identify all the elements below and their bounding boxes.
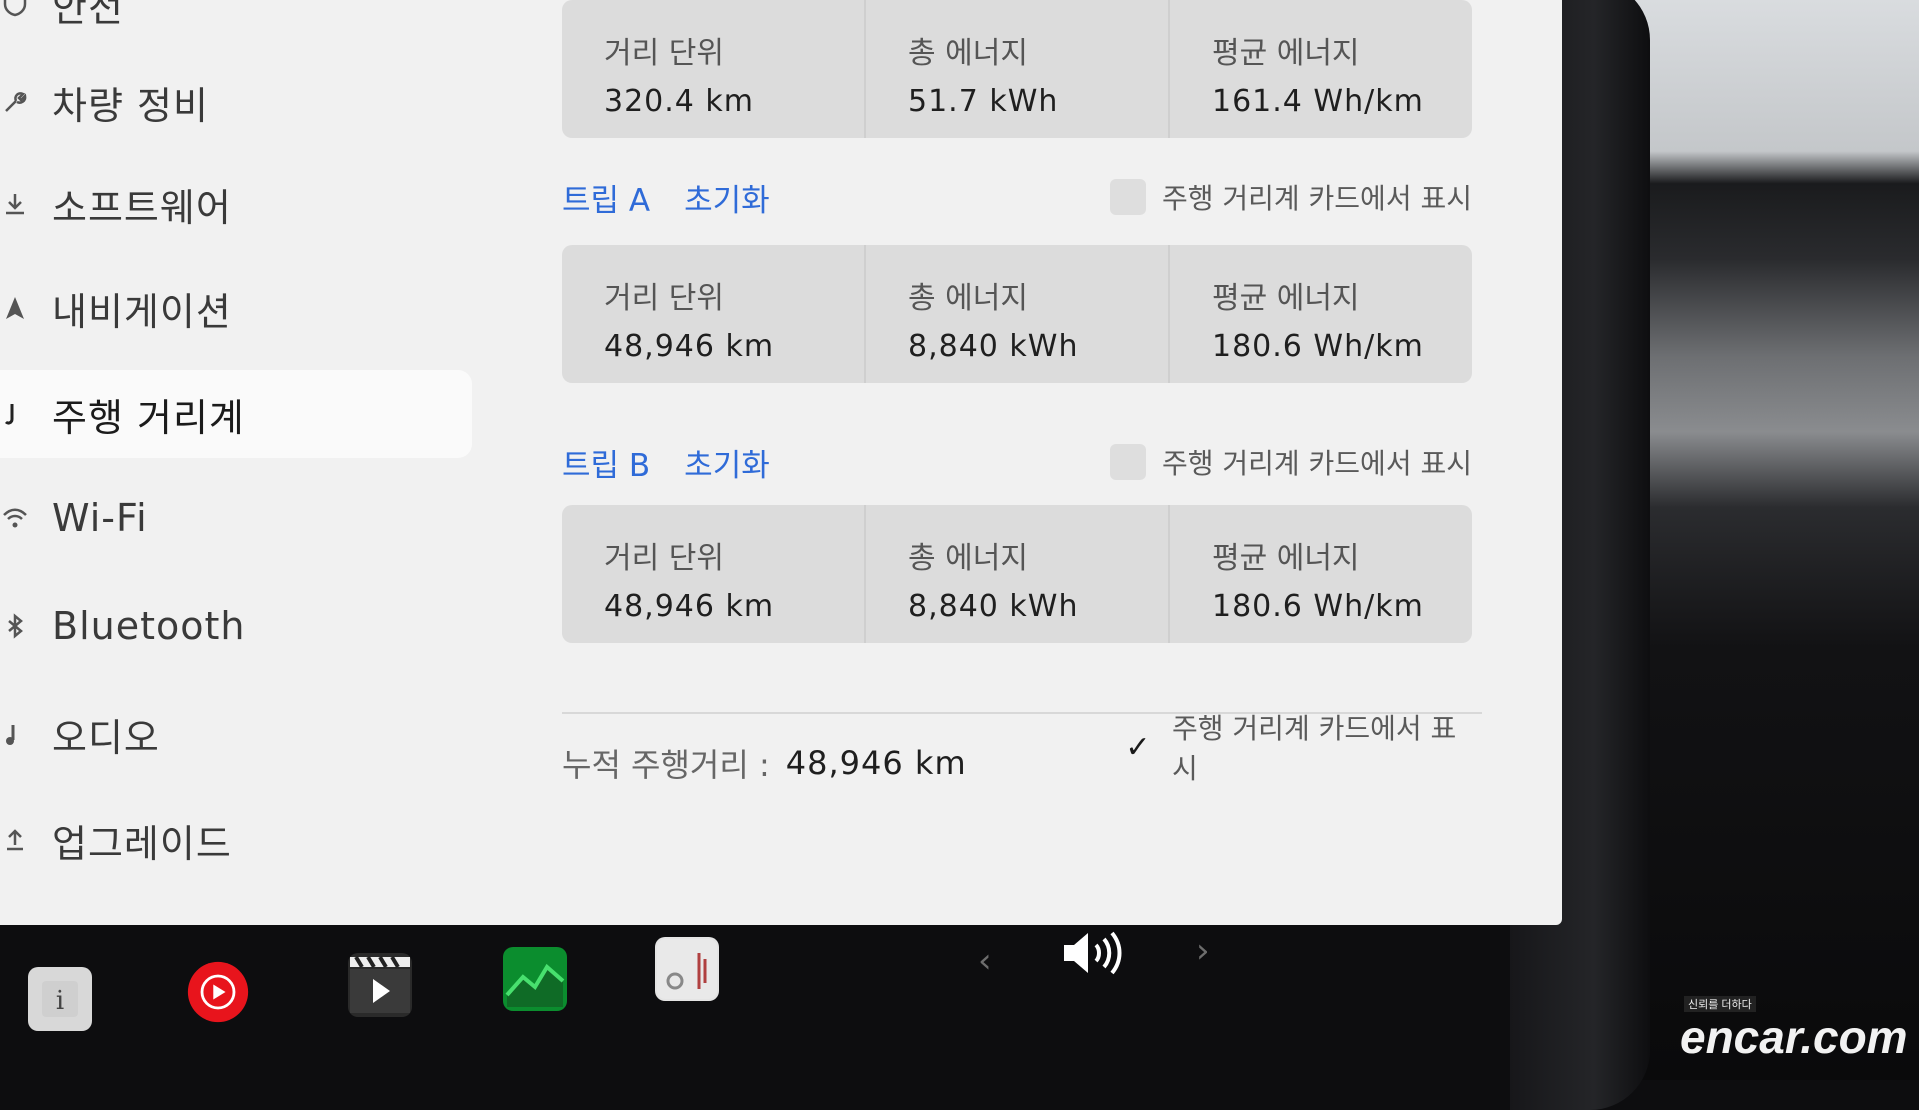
sidebar-item-label: 오디오	[52, 715, 160, 760]
svg-text:i: i	[56, 986, 64, 1016]
upgrade-icon	[0, 825, 30, 855]
energy-cell: 총 에너지 8,840 kWh	[866, 505, 1170, 643]
youtube-music-icon[interactable]	[186, 960, 250, 1024]
energy-value: 51.7 kWh	[908, 84, 1059, 119]
odometer-label: 누적 주행거리 :	[562, 746, 770, 784]
energy-label: 총 에너지	[908, 541, 1028, 576]
watermark-text: encar.com	[1680, 1011, 1908, 1063]
odometer-show-on-card-toggle[interactable]: ✓ 주행 거리계 카드에서 표시	[1120, 707, 1482, 787]
avg-energy-value: 180.6 Wh/km	[1212, 329, 1424, 364]
odometer-show-label: 주행 거리계 카드에서 표시	[1172, 712, 1457, 785]
avg-energy-label: 평균 에너지	[1212, 36, 1360, 71]
avg-energy-value: 161.4 Wh/km	[1212, 84, 1424, 119]
sidebar-item-label: 주행 거리계	[52, 395, 245, 440]
sidebar-item-upgrades[interactable]: 업그레이드	[0, 796, 470, 884]
odometer-icon	[0, 399, 30, 429]
avg-energy-label: 평균 에너지	[1212, 541, 1360, 576]
trip-a-title: 트립 A	[562, 182, 651, 219]
sidebar-item-safety[interactable]: 안전	[0, 0, 470, 48]
sidebar-item-label: 안전	[52, 0, 124, 30]
watermark-tagline: 신뢰를 더하다	[1684, 996, 1756, 1012]
distance-value: 320.4 km	[604, 84, 755, 119]
dock-prev-arrow[interactable]: ‹	[978, 941, 992, 981]
trip-b-show-label: 주행 거리계 카드에서 표시	[1161, 447, 1472, 480]
avg-energy-cell: 평균 에너지 180.6 Wh/km	[1170, 245, 1472, 383]
sidebar-item-label: Wi-Fi	[52, 496, 148, 540]
avg-energy-cell: 평균 에너지 180.6 Wh/km	[1170, 505, 1472, 643]
sidebar-item-wifi[interactable]: Wi-Fi	[0, 474, 470, 562]
avg-energy-value: 180.6 Wh/km	[1212, 589, 1424, 624]
wifi-icon	[0, 503, 30, 533]
distance-value: 48,946 km	[604, 329, 775, 364]
encar-watermark: 신뢰를 더하다 encar.com	[1680, 996, 1908, 1064]
sidebar-item-service[interactable]: 차량 정비	[0, 58, 470, 146]
sidebar-item-navigation[interactable]: 내비게이션	[0, 264, 470, 352]
wrench-icon	[0, 87, 30, 117]
distance-label: 거리 단위	[604, 36, 724, 71]
energy-label: 총 에너지	[908, 36, 1028, 71]
sidebar-item-label: 차량 정비	[52, 83, 209, 128]
manual-icon[interactable]: i	[28, 967, 92, 1031]
trip-a-header: 트립 A 초기화 주행 거리계 카드에서 표시	[562, 175, 1472, 219]
distance-value: 48,946 km	[604, 589, 775, 624]
distance-cell: 거리 단위 48,946 km	[562, 245, 866, 383]
trip-b-reset-button[interactable]: 초기화	[684, 440, 770, 485]
sidebar-item-label: 내비게이션	[52, 289, 232, 334]
sidebar-item-odometer[interactable]: 주행 거리계	[0, 370, 472, 458]
trip-a-show-on-card-toggle[interactable]: 주행 거리계 카드에서 표시	[1109, 177, 1472, 217]
navigation-icon	[0, 293, 30, 323]
sidebar-item-label: 업그레이드	[52, 821, 232, 866]
avg-energy-label: 평균 에너지	[1212, 281, 1360, 316]
dock-next-arrow[interactable]: ›	[1196, 931, 1210, 971]
shield-icon	[0, 0, 30, 19]
energy-cell: 총 에너지 51.7 kWh	[866, 0, 1170, 138]
touchscreen: 안전 차량 정비 소프트웨어 내비게이션 주행 거리계 Wi-Fi Blueto…	[0, 0, 1562, 925]
distance-cell: 거리 단위 320.4 km	[562, 0, 866, 138]
bluetooth-icon	[0, 611, 30, 641]
trip-a-panel: 거리 단위 48,946 km 총 에너지 8,840 kWh 평균 에너지 1…	[562, 245, 1472, 383]
odometer-total: 누적 주행거리 : 48,946 km	[562, 740, 967, 786]
sidebar-item-audio[interactable]: 오디오	[0, 690, 470, 778]
trip-b-show-on-card-toggle[interactable]: 주행 거리계 카드에서 표시	[1109, 442, 1472, 482]
distance-label: 거리 단위	[604, 281, 724, 316]
trip-a-checkbox[interactable]	[1109, 179, 1146, 215]
trip-b-title: 트립 B	[562, 447, 651, 484]
trip-a-reset-button[interactable]: 초기화	[684, 175, 770, 220]
energy-label: 총 에너지	[908, 281, 1028, 316]
energy-cell: 총 에너지 8,840 kWh	[866, 245, 1170, 383]
sidebar-item-label: 소프트웨어	[52, 185, 232, 230]
sidebar-item-software[interactable]: 소프트웨어	[0, 160, 470, 248]
theater-icon[interactable]	[348, 953, 412, 1017]
odometer-value: 48,946 km	[785, 744, 967, 782]
sidebar-item-label: Bluetooth	[52, 604, 246, 648]
odometer-checkbox[interactable]: ✓	[1120, 729, 1156, 765]
energy-chart-icon[interactable]	[503, 947, 567, 1011]
distance-label: 거리 단위	[604, 541, 724, 576]
trip-b-panel: 거리 단위 48,946 km 총 에너지 8,840 kWh 평균 에너지 1…	[562, 505, 1472, 643]
sidebar-item-bluetooth[interactable]: Bluetooth	[0, 582, 470, 670]
trip-a-show-label: 주행 거리계 카드에서 표시	[1161, 182, 1472, 215]
distance-cell: 거리 단위 48,946 km	[562, 505, 866, 643]
download-icon	[0, 189, 30, 219]
avg-energy-cell: 평균 에너지 161.4 Wh/km	[1170, 0, 1472, 138]
energy-value: 8,840 kWh	[908, 589, 1079, 624]
trip-b-header: 트립 B 초기화 주행 거리계 카드에서 표시	[562, 440, 1472, 484]
dashcam-viewer-icon[interactable]	[655, 937, 719, 1001]
odometer-show-row: ✓ 주행 거리계 카드에서 표시	[1120, 712, 1482, 785]
volume-icon[interactable]	[1058, 921, 1132, 985]
energy-value: 8,840 kWh	[908, 329, 1079, 364]
trip-b-checkbox[interactable]	[1109, 444, 1146, 480]
since-last-charge-panel: 거리 단위 320.4 km 총 에너지 51.7 kWh 평균 에너지 161…	[562, 0, 1472, 138]
audio-icon	[0, 719, 30, 749]
app-dock: i ‹ ›	[0, 925, 1540, 1080]
settings-sidebar: 안전 차량 정비 소프트웨어 내비게이션 주행 거리계 Wi-Fi Blueto…	[0, 0, 475, 925]
